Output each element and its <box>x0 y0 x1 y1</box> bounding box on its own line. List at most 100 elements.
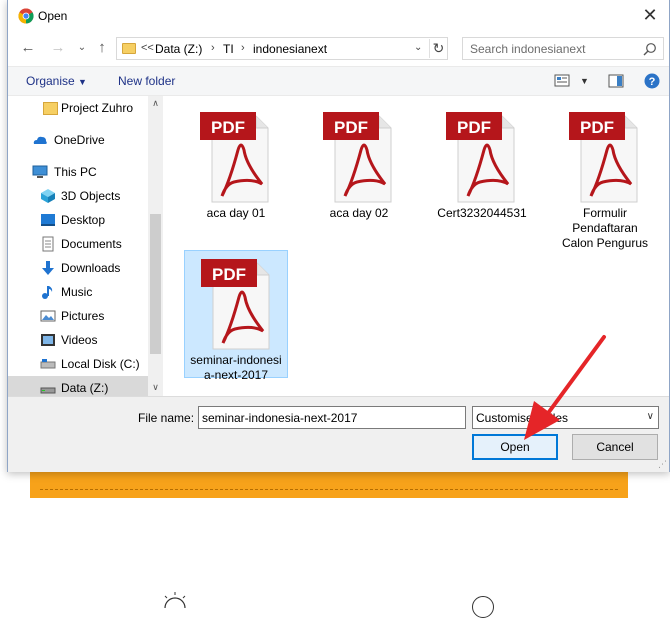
sidebar-item-onedrive[interactable]: OneDrive <box>8 128 148 152</box>
search-box[interactable]: Search indonesianext <box>462 37 664 60</box>
file-item-formulir-pendaftaran[interactable]: PDF Formulir Pendaftaran Calon Pengurus <box>553 104 657 252</box>
organise-label: Organise <box>26 74 75 88</box>
back-button[interactable]: ← <box>18 38 38 58</box>
sidebar-item-label: OneDrive <box>54 133 105 147</box>
drive-icon <box>40 387 56 394</box>
file-item-aca-day-01[interactable]: PDF aca day 01 <box>184 104 288 232</box>
up-button[interactable]: ↑ <box>92 38 112 58</box>
file-name-line: seminar-indonesi <box>190 353 282 367</box>
recent-locations-button[interactable]: ⌄ <box>72 38 92 58</box>
sidebar-item-label: 3D Objects <box>61 189 121 203</box>
sidebar-item-label: Videos <box>61 333 98 347</box>
navigation-bar: ← → ⌄ ↑ << Data (Z:) › TI › indonesianex… <box>8 34 669 62</box>
desktop-icon <box>41 214 55 226</box>
breadcrumb-indonesianext[interactable]: indonesianext <box>253 42 327 56</box>
document-icon <box>42 236 54 252</box>
search-input[interactable]: Search indonesianext <box>470 42 585 56</box>
drive-icon <box>40 359 56 369</box>
command-bar: Organise ▼ New folder ▼ ? <box>8 66 669 96</box>
chrome-icon <box>18 8 34 24</box>
folder-icon <box>122 43 136 54</box>
preview-pane-icon[interactable] <box>608 73 624 89</box>
chevron-down-icon: ∨ <box>646 411 654 422</box>
svg-text:PDF: PDF <box>580 118 614 137</box>
sidebar-item-label: Documents <box>61 237 122 251</box>
help-icon[interactable]: ? <box>644 73 660 89</box>
scrollbar-thumb[interactable] <box>150 214 161 354</box>
file-name-line: Pendaftaran <box>572 221 638 235</box>
sun-icon <box>164 592 186 608</box>
chevron-up-icon[interactable]: ∧ <box>150 98 161 110</box>
breadcrumb-overflow[interactable]: << <box>141 42 154 54</box>
navigation-pane: Project Zuhro OneDrive This PC 3D Object… <box>8 96 163 396</box>
file-name-label: File name: <box>138 411 195 425</box>
file-name-value: seminar-indonesia-next-2017 <box>202 411 358 425</box>
sidebar-item-label: This PC <box>54 165 97 179</box>
file-type-value: Customised Files <box>476 411 569 425</box>
sidebar-item-documents[interactable]: Documents <box>8 232 148 256</box>
new-folder-button[interactable]: New folder <box>118 74 175 88</box>
chevron-down-icon: ▼ <box>78 77 87 87</box>
sidebar-item-videos[interactable]: Videos <box>8 328 148 352</box>
file-item-cert3232044531[interactable]: PDF Cert3232044531 <box>430 104 534 232</box>
open-dialog: Open ✕ ← → ⌄ ↑ << Data (Z:) › TI › indon… <box>7 0 670 472</box>
file-dialog-footer: File name: seminar-indonesia-next-2017 C… <box>8 396 669 472</box>
svg-text:PDF: PDF <box>457 118 491 137</box>
sidebar-item-music[interactable]: Music <box>8 280 148 304</box>
sidebar-scrollbar[interactable]: ∧ ∨ <box>148 96 163 396</box>
download-icon <box>42 261 54 275</box>
sidebar-item-label: Downloads <box>61 261 121 275</box>
open-button[interactable]: Open <box>472 434 558 460</box>
svg-text:?: ? <box>649 76 656 88</box>
organise-button[interactable]: Organise ▼ <box>26 74 87 88</box>
sidebar-item-data-z[interactable]: Data (Z:) <box>8 376 148 396</box>
view-dropdown-button[interactable]: ▼ <box>580 76 589 86</box>
file-name: Formulir Pendaftaran Calon Pengurus <box>553 206 657 251</box>
cloud-icon <box>33 136 47 144</box>
chevron-down-icon[interactable]: ⌄ <box>414 42 422 53</box>
folder-icon <box>43 102 58 115</box>
pdf-icon: PDF <box>569 112 638 203</box>
banner-dashed-line <box>40 470 618 490</box>
pictures-icon <box>40 310 56 322</box>
close-icon: ✕ <box>642 5 658 25</box>
resize-grip-icon[interactable]: ⋰ <box>658 459 667 470</box>
sidebar-item-label: Music <box>61 285 93 299</box>
circle-icon <box>472 596 494 618</box>
sidebar-item-local-disk-c[interactable]: Local Disk (C:) <box>8 352 148 376</box>
file-name-line: a-next-2017 <box>203 368 269 382</box>
file-type-select[interactable]: Customised Files ∨ <box>472 406 659 429</box>
file-item-seminar-indonesia-next-2017[interactable]: PDF seminar-indonesi a-next-2017 <box>184 250 288 382</box>
refresh-button[interactable]: ↻ <box>429 39 447 58</box>
sidebar-item-label: Desktop <box>61 213 106 227</box>
address-bar[interactable]: << Data (Z:) › TI › indonesianext ⌄ ↻ <box>116 37 448 60</box>
cancel-button[interactable]: Cancel <box>572 434 658 460</box>
search-icon <box>643 43 656 56</box>
sidebar-item-this-pc[interactable]: This PC <box>8 160 148 184</box>
sidebar-item-project-zuhro[interactable]: Project Zuhro <box>8 96 148 120</box>
sidebar-item-pictures[interactable]: Pictures <box>8 304 148 328</box>
computer-icon <box>32 165 48 178</box>
file-name-line: Formulir <box>583 206 627 220</box>
breadcrumb-data-z[interactable]: Data (Z:) <box>155 42 202 56</box>
close-button[interactable]: ✕ <box>639 4 661 26</box>
pdf-icon: PDF <box>323 112 392 203</box>
file-list: PDF aca day 01 PDF aca day 02 PDF Cert32… <box>164 96 669 396</box>
chevron-down-icon[interactable]: ∨ <box>150 382 161 394</box>
forward-button[interactable]: → <box>48 38 68 58</box>
file-name-input[interactable]: seminar-indonesia-next-2017 <box>198 406 466 429</box>
sidebar-item-downloads[interactable]: Downloads <box>8 256 148 280</box>
sidebar-item-label: Local Disk (C:) <box>61 357 140 371</box>
file-item-aca-day-02[interactable]: PDF aca day 02 <box>307 104 411 232</box>
breadcrumb-separator: › <box>211 42 215 54</box>
cube-icon <box>41 189 55 203</box>
sidebar-item-3d-objects[interactable]: 3D Objects <box>8 184 148 208</box>
sidebar-item-label: Project Zuhro <box>61 101 134 115</box>
breadcrumb-ti[interactable]: TI <box>223 42 234 56</box>
view-options-icon[interactable] <box>554 73 570 89</box>
file-name: Cert3232044531 <box>437 206 527 220</box>
breadcrumb-separator: › <box>241 42 245 54</box>
pdf-icon: PDF <box>200 112 269 203</box>
sidebar-item-desktop[interactable]: Desktop <box>8 208 148 232</box>
file-name: aca day 02 <box>329 206 389 220</box>
